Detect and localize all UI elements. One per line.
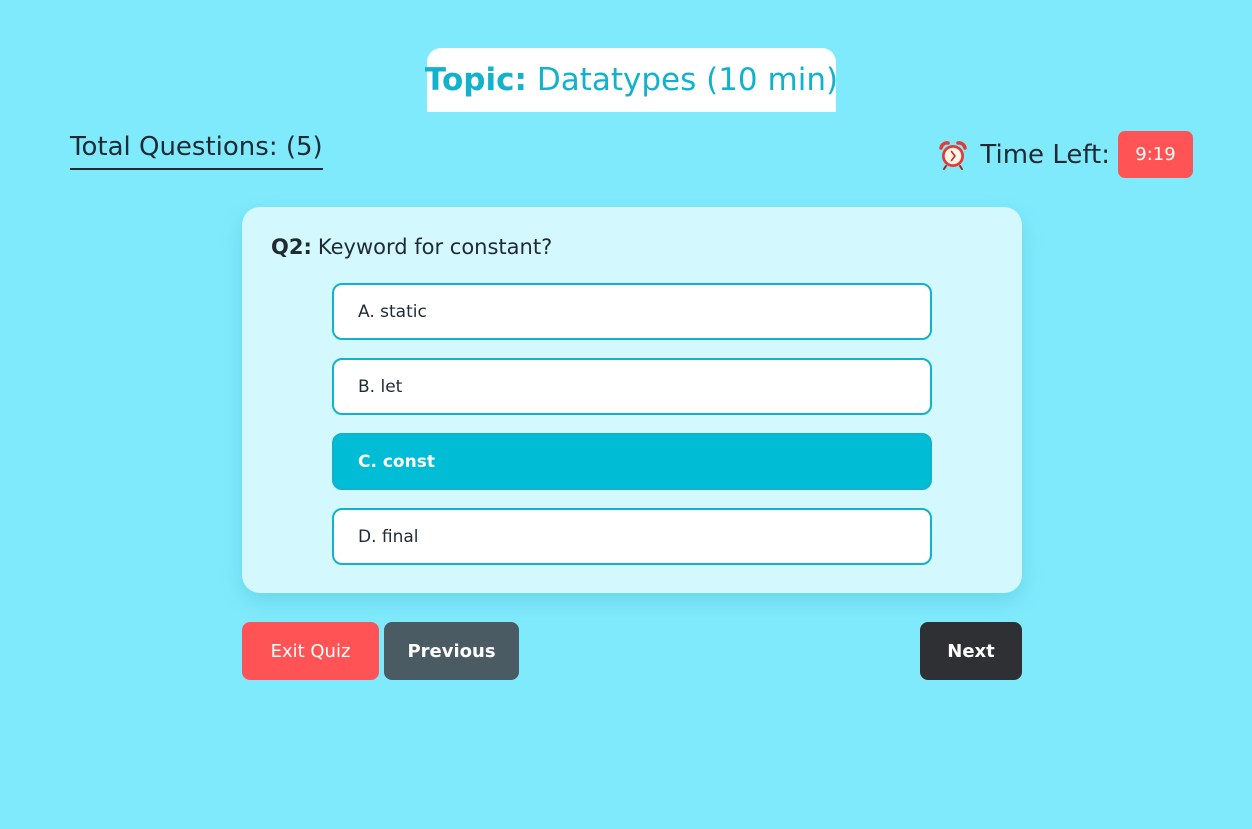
option-c[interactable]: C. const	[332, 433, 932, 490]
total-questions: Total Questions: (5)	[70, 132, 323, 170]
previous-button[interactable]: Previous	[384, 622, 519, 680]
topic-header: Topic: Datatypes (10 min)	[424, 48, 839, 112]
question-card: Q2: Keyword for constant? A. static B. le…	[242, 207, 1022, 593]
alarm-clock-icon	[938, 140, 968, 170]
option-d[interactable]: D. final	[332, 508, 932, 565]
next-button[interactable]: Next	[920, 622, 1022, 680]
topic-label: Topic:	[424, 62, 527, 98]
timer-value: 9:19	[1118, 131, 1193, 178]
question-text: Q2: Keyword for constant?	[271, 235, 552, 259]
question-number: Q2:	[271, 235, 312, 259]
question-prompt: Keyword for constant?	[317, 235, 553, 259]
timer-label: Time Left:	[980, 139, 1110, 170]
exit-quiz-button[interactable]: Exit Quiz	[242, 622, 379, 680]
timer: Time Left: 9:19	[938, 131, 1193, 178]
option-b[interactable]: B. let	[332, 358, 932, 415]
option-a[interactable]: A. static	[332, 283, 932, 340]
topic-value: Datatypes (10 min)	[536, 62, 839, 98]
